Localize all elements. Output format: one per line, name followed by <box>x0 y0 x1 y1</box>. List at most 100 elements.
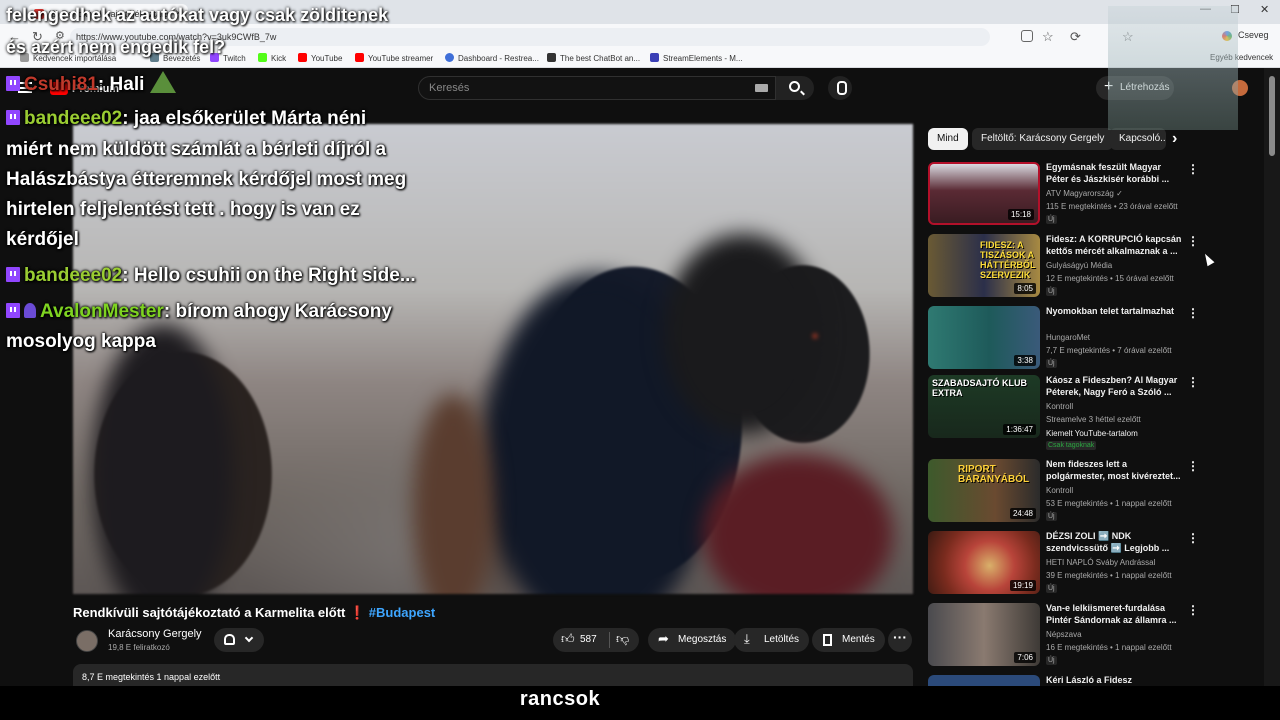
bookmark-streamelements[interactable]: StreamElements - M... <box>650 53 743 63</box>
recommendation-item[interactable]: RIPORT BARANYÁBÓL 24:48 Nem fideszes let… <box>928 459 1258 523</box>
more-vert-icon[interactable]: ⋮ <box>1187 531 1199 545</box>
new-badge: Új <box>1046 359 1057 368</box>
overlay-caption-line2: és azért nem engedik fel? <box>6 37 226 57</box>
channel-name[interactable]: Karácsony Gergely <box>108 628 202 640</box>
recommendation-title[interactable]: Nem fideszes lett a polgármester, most k… <box>1046 458 1186 482</box>
hashtag-link[interactable]: #Budapest <box>369 605 435 620</box>
new-badge: Új <box>1046 287 1057 296</box>
more-vert-icon[interactable]: ⋮ <box>1187 162 1199 176</box>
chip-uploader[interactable]: Feltöltő: Karácsony Gergely <box>972 128 1114 150</box>
video-thumbnail[interactable]: 15:18 <box>928 162 1040 225</box>
voice-search-icon[interactable] <box>828 76 852 100</box>
video-thumbnail[interactable]: 7:06 <box>928 603 1040 666</box>
refresh-extension-icon[interactable]: ⟳ <box>1070 29 1081 45</box>
recommendation-item[interactable]: SZABADSAJTÓ KLUB EXTRA 1:36:47 Káosz a F… <box>928 375 1258 455</box>
share-button[interactable]: ➦ Megosztás <box>648 628 737 652</box>
thumbs-down-icon[interactable]: 👎︎ <box>616 631 629 647</box>
share-icon: ➦ <box>658 631 669 646</box>
recommendation-title[interactable]: Van-e lelkiismeret-furdalása Pintér Sánd… <box>1046 602 1186 626</box>
channel-avatar[interactable] <box>76 630 98 652</box>
more-vert-icon[interactable]: ⋮ <box>1187 306 1199 320</box>
download-button[interactable]: ⤓ Letöltés <box>734 628 810 652</box>
bookmark-youtube-streamer[interactable]: YouTube streamer <box>355 53 433 63</box>
video-thumbnail[interactable]: RIPORT BARANYÁBÓL 24:48 <box>928 459 1040 522</box>
recommendation-channel[interactable]: Kontroll <box>1046 486 1073 495</box>
bookmark-chatbot[interactable]: The best ChatBot an... <box>547 53 640 63</box>
video-player[interactable] <box>73 124 913 594</box>
new-badge: Új <box>1046 584 1057 593</box>
recommendation-item[interactable]: FIDESZ: A TISZÁSOK A HÁTTÉRBŐL SZERVEZIK… <box>928 234 1258 298</box>
recommendation-channel[interactable]: Kontroll <box>1046 402 1073 411</box>
like-count[interactable]: 587 <box>580 634 597 645</box>
recommendation-item[interactable]: 3:38 Nyomokban telet tartalmazhat Hungar… <box>928 306 1258 370</box>
recommendation-item[interactable]: Kéri László a Fidesz <box>928 675 1258 686</box>
scrollbar-thumb[interactable] <box>1269 76 1275 156</box>
more-vert-icon[interactable]: ⋮ <box>1187 603 1199 617</box>
more-vert-icon[interactable]: ⋮ <box>1187 234 1199 248</box>
recommendation-channel[interactable]: Gulyáságyú Média <box>1046 261 1112 270</box>
video-thumbnail[interactable]: 19:19 <box>928 531 1040 594</box>
video-thumbnail[interactable] <box>928 675 1040 686</box>
more-vert-icon[interactable]: ⋮ <box>1187 375 1199 389</box>
search-input[interactable]: Keresés <box>418 76 776 100</box>
more-actions-icon[interactable]: ··· <box>888 628 912 652</box>
twitch-badge-icon <box>6 267 20 282</box>
twitch-badge-icon <box>6 303 20 318</box>
save-button[interactable]: Mentés <box>812 628 885 652</box>
description-box[interactable]: 8,7 E megtekintés 1 nappal ezelőtt <box>73 664 913 686</box>
favorite-star-icon[interactable]: ☆ <box>1042 29 1054 45</box>
video-figure <box>93 324 233 594</box>
search-button[interactable] <box>776 76 814 100</box>
keyboard-icon[interactable] <box>755 84 768 92</box>
bookmark-kick[interactable]: Kick <box>258 53 286 63</box>
video-camera <box>663 234 823 434</box>
video-thumbnail[interactable]: FIDESZ: A TISZÁSOK A HÁTTÉRBŐL SZERVEZIK… <box>928 234 1040 297</box>
chip-all[interactable]: Mind <box>928 128 968 150</box>
chevron-right-icon[interactable]: › <box>1172 130 1177 148</box>
chat-text-cont: kérdőjel <box>6 229 79 250</box>
more-vert-icon[interactable]: ⋮ <box>1187 459 1199 473</box>
recommendation-title[interactable]: DÉZSI ZOLI ➡️ NDK szendvicssütő ➡️ Legjo… <box>1046 530 1186 554</box>
page-scrollbar[interactable] <box>1264 68 1280 688</box>
stream-screen: (6) Rendkívüli sajtótájékoztató ✕ + — ☐ … <box>0 0 1280 720</box>
duration-badge: 1:36:47 <box>1003 424 1036 435</box>
like-separator <box>609 632 610 648</box>
recommendation-item[interactable]: 15:18 Egymásnak feszült Magyar Péter és … <box>928 162 1258 226</box>
video-figure <box>413 394 493 594</box>
recommendation-channel[interactable]: ATV Magyarország ✓ <box>1046 189 1123 198</box>
exclamation-icon: ❗ <box>348 605 366 620</box>
bookmark-youtube[interactable]: YouTube <box>298 53 342 63</box>
chip-related[interactable]: Kapcsoló... <box>1110 128 1166 150</box>
recommendation-channel[interactable]: Népszava <box>1046 630 1082 639</box>
recommendation-title[interactable]: Fidesz: A KORRUPCIÓ kapcsán kettős mércé… <box>1046 233 1186 257</box>
recommendation-item[interactable]: 19:19 DÉZSI ZOLI ➡️ NDK szendvicssütő ➡️… <box>928 531 1258 595</box>
chat-message: bandeee02: jaa elsőkerület Márta néni <box>6 108 366 130</box>
chat-text-cont: Halászbástya étteremnek kérdőjel most me… <box>6 169 407 190</box>
profile-label[interactable]: Cseveg <box>1238 30 1269 40</box>
webcam-overlay <box>1108 6 1238 130</box>
thumbnail-text: RIPORT BARANYÁBÓL <box>958 464 1030 485</box>
recommendation-item[interactable]: 7:06 Van-e lelkiismeret-furdalása Pintér… <box>928 603 1258 667</box>
video-thumbnail[interactable]: 3:38 <box>928 306 1040 369</box>
recommendation-title[interactable]: Kéri László a Fidesz <box>1046 675 1186 686</box>
bookmark-restream[interactable]: Dashboard - Restrea... <box>445 53 539 63</box>
chat-text: : Hali <box>97 74 145 95</box>
recommendation-channel[interactable]: HETI NAPLÓ Sváby Andrással <box>1046 558 1155 567</box>
recommendation-meta: 7,7 E megtekintés • 7 órával ezelőtt <box>1046 346 1172 355</box>
featured-badge: Kiemelt YouTube-tartalom <box>1046 429 1138 438</box>
video-thumbnail[interactable]: SZABADSAJTÓ KLUB EXTRA 1:36:47 <box>928 375 1040 438</box>
notification-bell-button[interactable] <box>214 628 264 652</box>
recommendation-title[interactable]: Káosz a Fideszben? Al Magyar Péterek, Na… <box>1046 374 1186 398</box>
chat-user: bandeee02 <box>24 265 123 286</box>
recommendation-title[interactable]: Egymásnak feszült Magyar Péter és Jászki… <box>1046 161 1186 185</box>
close-window-icon[interactable]: ✕ <box>1260 3 1269 16</box>
read-mode-icon[interactable] <box>1021 30 1033 42</box>
recommendation-channel[interactable]: HungaroMet <box>1046 333 1090 342</box>
recommendation-meta: 115 E megtekintés • 23 órával ezelőtt <box>1046 202 1178 211</box>
recommendation-meta: 16 E megtekintés • 1 nappal ezelőtt <box>1046 643 1172 652</box>
recommendation-title[interactable]: Nyomokban telet tartalmazhat <box>1046 305 1186 329</box>
overlay-caption-line1: felengedhek az autókat vagy csak zöldite… <box>6 5 389 25</box>
thumbs-up-icon[interactable]: 👍︎ <box>561 631 575 647</box>
bottom-caption-text: rancsok <box>519 688 601 710</box>
recommendation-meta: Streamelve 3 héttel ezelőtt <box>1046 415 1141 424</box>
